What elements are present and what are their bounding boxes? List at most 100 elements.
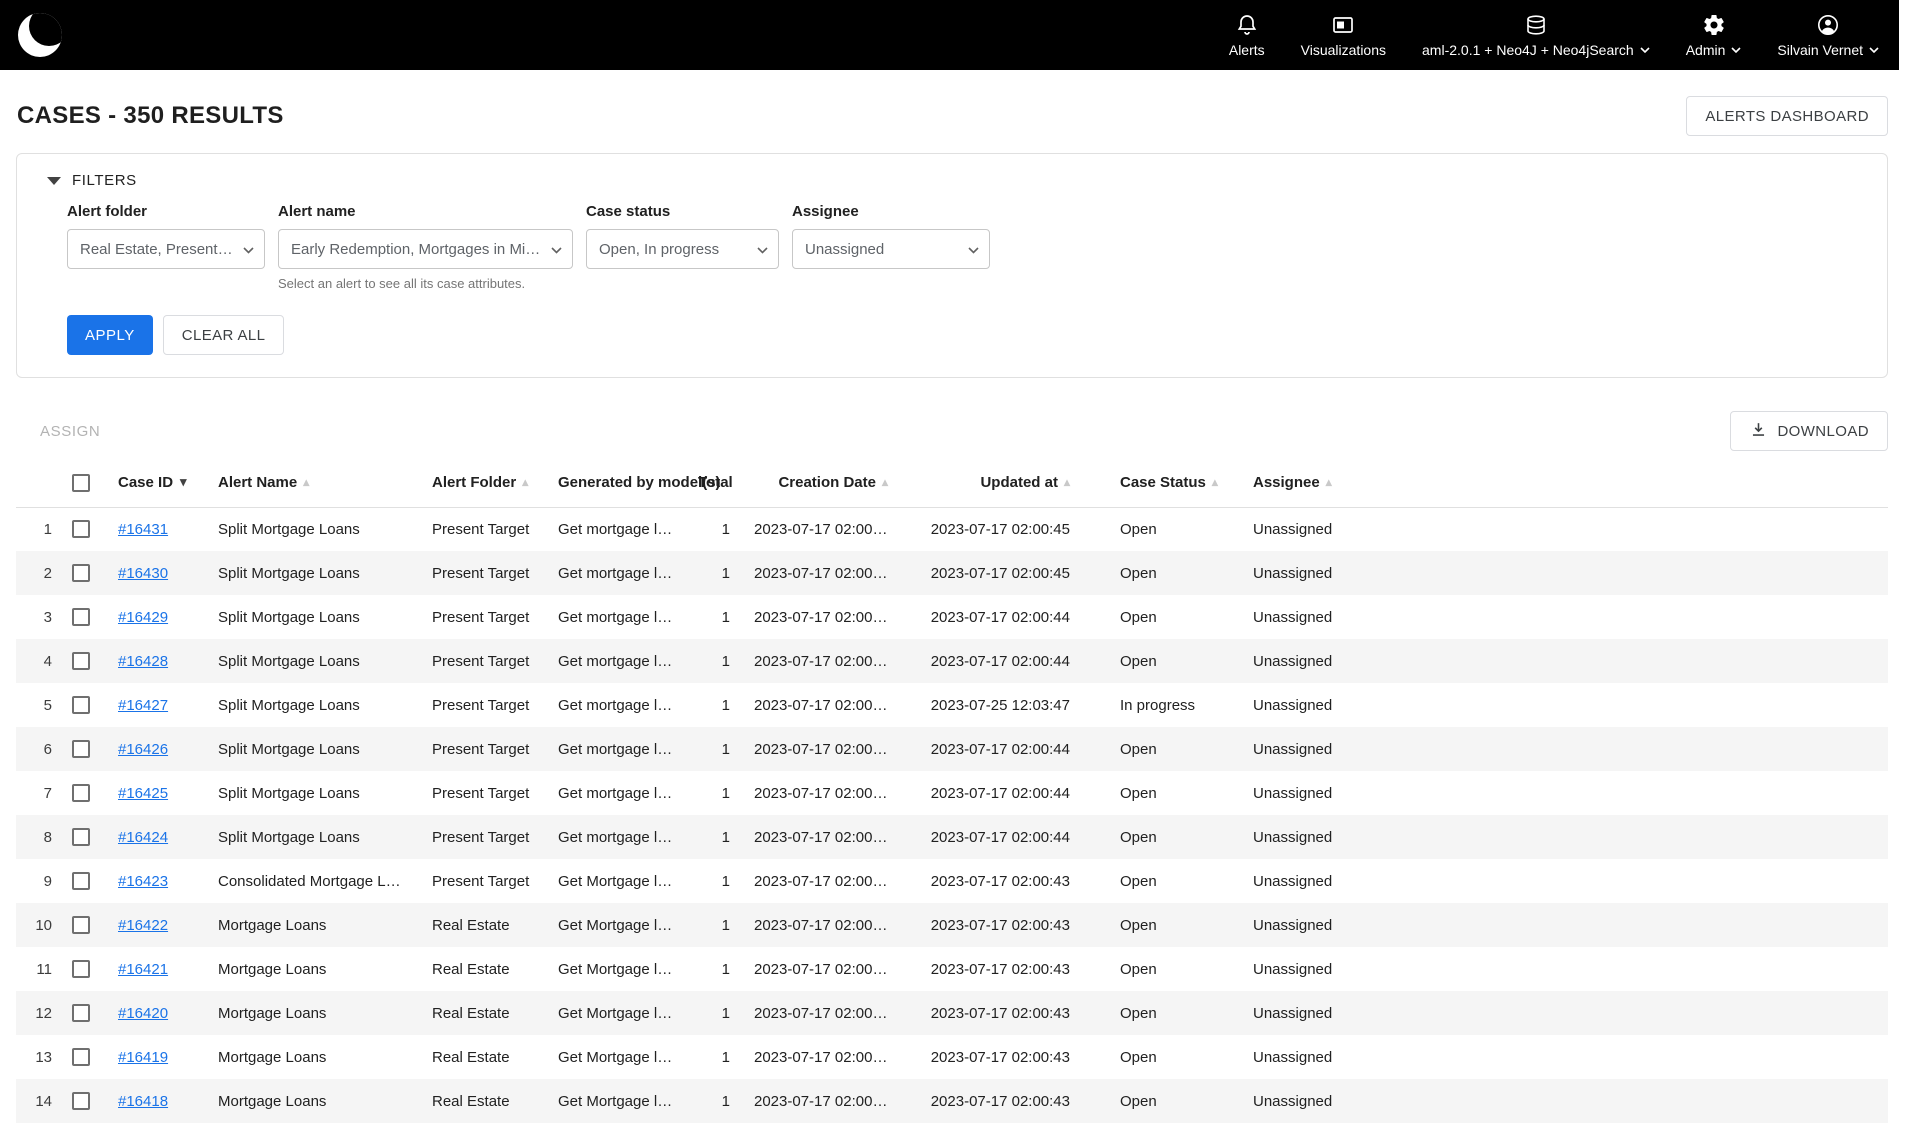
row-checkbox[interactable] <box>72 652 90 670</box>
cell-case-status: Open <box>1082 727 1214 771</box>
cell-creation-date: 2023-07-17 02:00:43 <box>742 551 900 595</box>
case-id-link[interactable]: #16429 <box>118 609 168 626</box>
assignee-select[interactable]: Unassigned <box>792 229 990 269</box>
top-navbar: Alerts Visualizations aml-2.0.1 + Neo4J … <box>0 0 1909 70</box>
case-id-link[interactable]: #16427 <box>118 697 168 714</box>
row-checkbox[interactable] <box>72 1004 90 1022</box>
cell-alert-name: Mortgage Loans <box>206 903 420 947</box>
alert-folder-select[interactable]: Real Estate, Present T… <box>67 229 265 269</box>
sort-asc-icon[interactable]: ▴ <box>882 475 888 489</box>
filter-alert-name: Alert name Early Redemption, Mortgages i… <box>278 203 573 291</box>
sort-asc-icon[interactable]: ▴ <box>303 475 309 489</box>
row-checkbox[interactable] <box>72 960 90 978</box>
alert-name-select[interactable]: Early Redemption, Mortgages in Miami…+5 <box>278 229 573 269</box>
cell-assignee: Unassigned <box>1214 771 1888 815</box>
table-toolbar: ASSIGN DOWNLOAD <box>16 411 1888 451</box>
row-checkbox[interactable] <box>72 608 90 626</box>
column-header-alert-name[interactable]: Alert Name ▴ <box>206 459 420 507</box>
nav-user[interactable]: Silvain Vernet <box>1777 13 1879 58</box>
row-checkbox[interactable] <box>72 520 90 538</box>
cases-table-body: 1 #16431 Split Mortgage Loans Present Ta… <box>16 507 1888 1123</box>
cell-case-status: Open <box>1082 551 1214 595</box>
cell-alert-name: Mortgage Loans <box>206 1035 420 1079</box>
column-header-updated-at[interactable]: Updated at ▴ <box>900 459 1082 507</box>
download-button[interactable]: DOWNLOAD <box>1730 411 1888 451</box>
filters-panel: FILTERS Alert folder Real Estate, Presen… <box>16 153 1888 378</box>
row-checkbox[interactable] <box>72 564 90 582</box>
cell-case-status: Open <box>1082 991 1214 1035</box>
cell-alert-folder: Present Target <box>420 727 546 771</box>
sort-asc-icon[interactable]: ▴ <box>1064 475 1070 489</box>
row-index: 7 <box>16 771 60 815</box>
assign-button[interactable]: ASSIGN <box>16 422 106 441</box>
nav-admin[interactable]: Admin <box>1686 13 1742 58</box>
clear-all-button[interactable]: CLEAR ALL <box>163 315 285 355</box>
column-header-assignee[interactable]: Assignee▴ <box>1214 459 1888 507</box>
case-id-link[interactable]: #16431 <box>118 521 168 538</box>
row-select-cell <box>60 595 106 639</box>
filters-title: FILTERS <box>72 172 137 189</box>
case-id-link[interactable]: #16430 <box>118 565 168 582</box>
cell-assignee: Unassigned <box>1214 947 1888 991</box>
column-header-alert-folder[interactable]: Alert Folder▴ <box>420 459 546 507</box>
filters-collapse-toggle[interactable]: FILTERS <box>47 172 1861 189</box>
cell-generated-by: Get mortgage loans <box>546 815 686 859</box>
row-checkbox[interactable] <box>72 1048 90 1066</box>
visualizations-icon <box>1331 13 1355 37</box>
assignee-label: Assignee <box>792 203 990 220</box>
row-checkbox[interactable] <box>72 828 90 846</box>
sort-asc-icon[interactable]: ▴ <box>1326 475 1332 489</box>
table-row: 6 #16426 Split Mortgage Loans Present Ta… <box>16 727 1888 771</box>
cell-updated-at: 2023-07-17 02:00:43 <box>900 991 1082 1035</box>
case-id-link[interactable]: #16423 <box>118 873 168 890</box>
case-id-link[interactable]: #16428 <box>118 653 168 670</box>
case-id-link[interactable]: #16424 <box>118 829 168 846</box>
row-checkbox[interactable] <box>72 784 90 802</box>
row-select-cell <box>60 815 106 859</box>
app-logo[interactable] <box>18 13 62 57</box>
cell-total: 1 <box>686 639 742 683</box>
case-id-link[interactable]: #16421 <box>118 961 168 978</box>
cell-alert-name: Split Mortgage Loans <box>206 595 420 639</box>
nav-alerts[interactable]: Alerts <box>1229 13 1265 58</box>
sort-asc-icon[interactable]: ▴ <box>1212 475 1218 489</box>
row-select-cell <box>60 639 106 683</box>
alerts-dashboard-button[interactable]: ALERTS DASHBOARD <box>1686 96 1888 136</box>
row-checkbox[interactable] <box>72 1092 90 1110</box>
column-label: Alert Name <box>218 474 297 491</box>
select-all-checkbox[interactable] <box>72 474 90 492</box>
column-label: Updated at <box>980 474 1058 491</box>
table-header-row: Case ID▾Alert Name▴Alert Folder▴Generate… <box>16 459 1888 507</box>
column-header-creation-date[interactable]: Creation Date ▴ <box>742 459 900 507</box>
row-select-cell <box>60 771 106 815</box>
case-id-link[interactable]: #16418 <box>118 1093 168 1110</box>
sort-asc-icon[interactable]: ▴ <box>522 475 528 489</box>
case-id-link[interactable]: #16419 <box>118 1049 168 1066</box>
column-label: Creation Date <box>778 474 876 491</box>
cell-alert-name: Mortgage Loans <box>206 1079 420 1123</box>
row-checkbox[interactable] <box>72 740 90 758</box>
case-id-link[interactable]: #16426 <box>118 741 168 758</box>
column-header-case-status[interactable]: Case Status▴ <box>1082 459 1214 507</box>
cell-alert-name: Split Mortgage Loans <box>206 771 420 815</box>
nav-datasource-label: aml-2.0.1 + Neo4J + Neo4jSearch <box>1422 42 1650 58</box>
cell-generated-by: Get Mortgage loans <box>546 859 686 903</box>
cell-creation-date: 2023-07-17 02:00:40 <box>742 1079 900 1123</box>
case-id-link[interactable]: #16425 <box>118 785 168 802</box>
row-checkbox[interactable] <box>72 872 90 890</box>
cell-updated-at: 2023-07-17 02:00:43 <box>900 1079 1082 1123</box>
case-id-link[interactable]: #16420 <box>118 1005 168 1022</box>
apply-button[interactable]: APPLY <box>67 315 153 355</box>
nav-datasource[interactable]: aml-2.0.1 + Neo4J + Neo4jSearch <box>1422 13 1650 58</box>
row-checkbox[interactable] <box>72 916 90 934</box>
column-header-index <box>16 459 60 507</box>
column-header-case-id[interactable]: Case ID▾ <box>106 459 206 507</box>
sort-desc-icon[interactable]: ▾ <box>180 474 187 489</box>
case-status-select[interactable]: Open, In progress <box>586 229 779 269</box>
cell-total: 1 <box>686 859 742 903</box>
case-id-link[interactable]: #16422 <box>118 917 168 934</box>
scrollbar[interactable] <box>1899 0 1909 1088</box>
row-index: 6 <box>16 727 60 771</box>
row-checkbox[interactable] <box>72 696 90 714</box>
nav-visualizations[interactable]: Visualizations <box>1301 13 1386 58</box>
